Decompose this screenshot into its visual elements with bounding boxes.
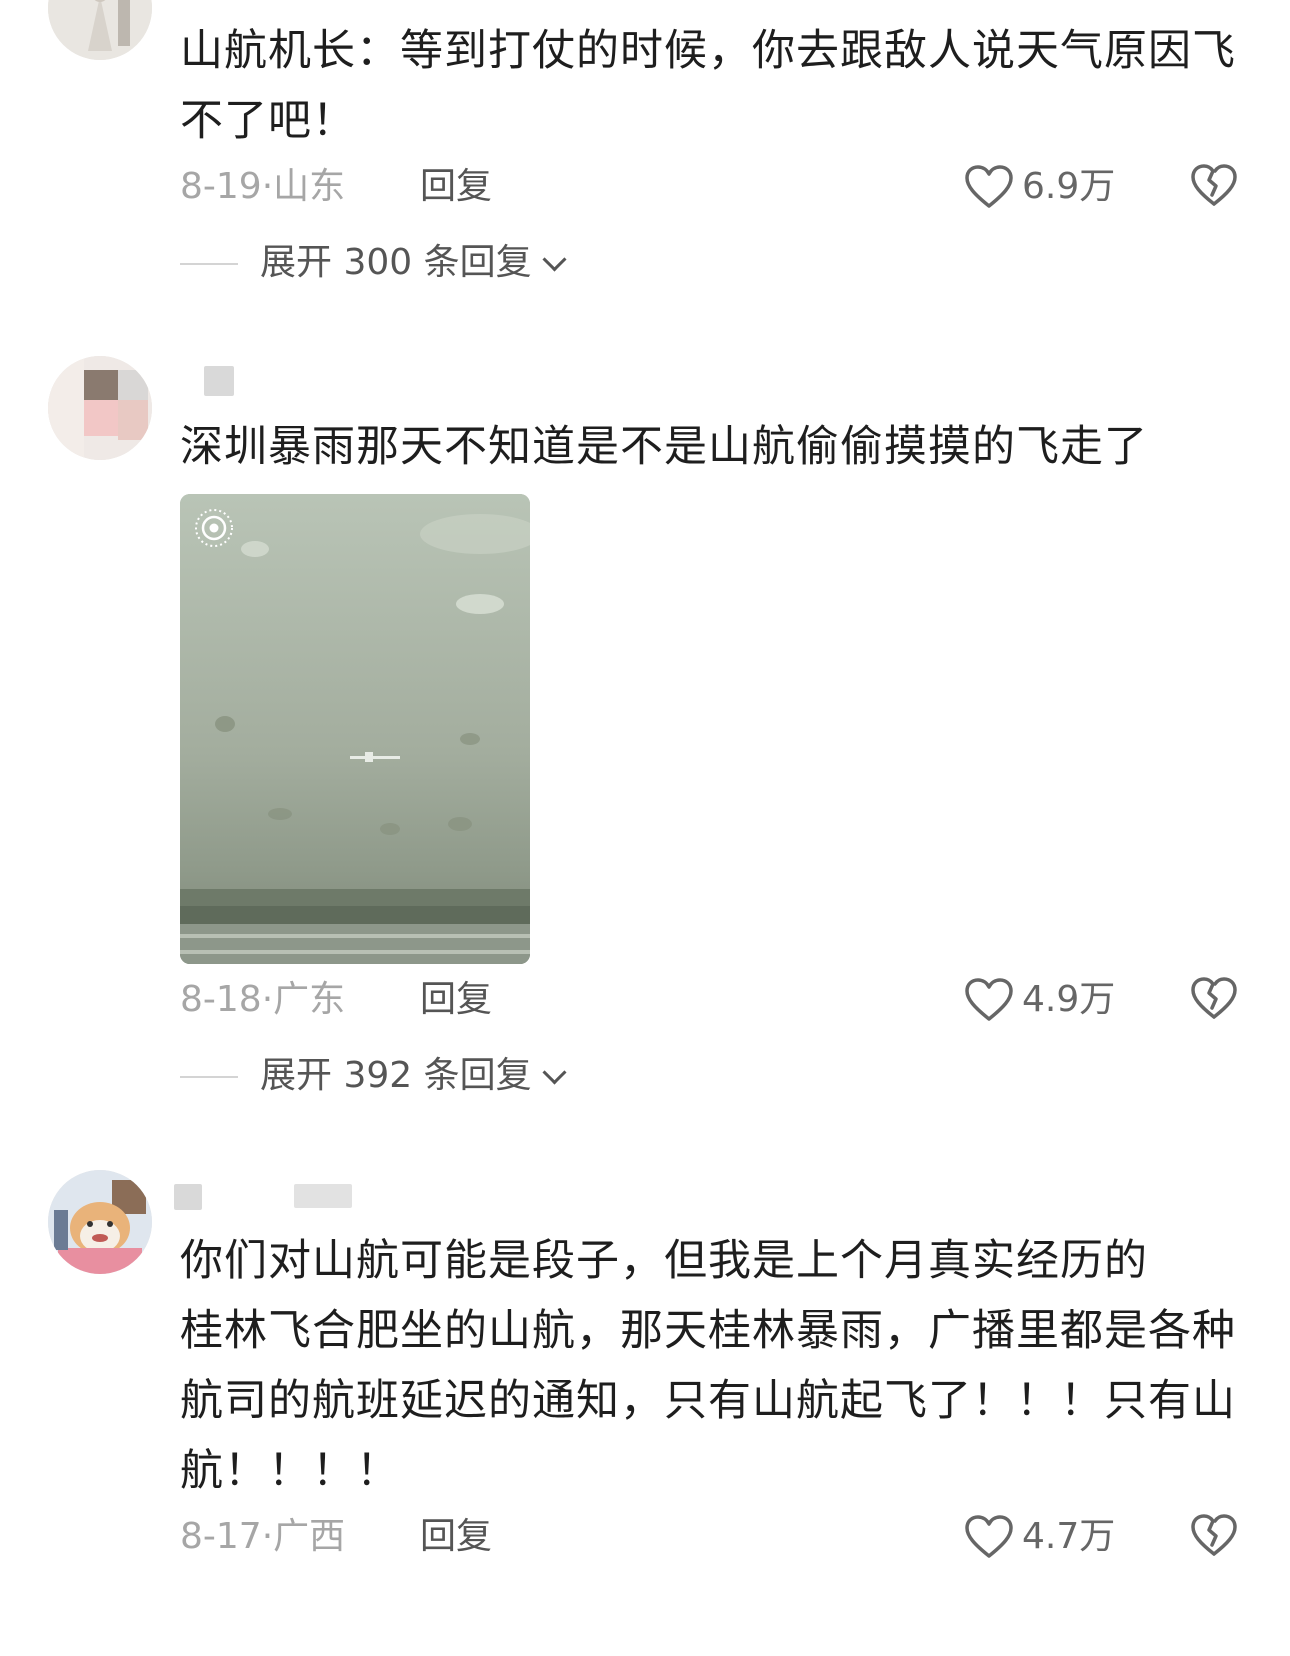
divider <box>180 263 238 265</box>
avatar[interactable] <box>48 356 152 460</box>
dislike-button[interactable] <box>1190 975 1240 1025</box>
username-redacted <box>204 366 234 396</box>
reply-button[interactable]: 回复 <box>420 162 492 212</box>
like-button[interactable]: 6.9万 <box>964 162 1115 212</box>
heart-outline-icon <box>965 978 1013 1021</box>
comment-date-location: 8-18·广东 <box>180 979 346 1020</box>
reply-button[interactable]: 回复 <box>420 1512 492 1562</box>
like-button[interactable]: 4.7万 <box>964 1512 1115 1562</box>
comment-text: 山航机长：等到打仗的时候，你去跟敌人说天气原因飞不了吧！ <box>180 26 1236 146</box>
like-count: 4.7万 <box>1022 1516 1116 1557</box>
dislike-button[interactable] <box>1190 1512 1240 1562</box>
chevron-down-icon <box>542 1060 567 1085</box>
reply-button[interactable]: 回复 <box>420 975 492 1025</box>
expand-replies-label: 展开 300 条回复 <box>260 242 532 283</box>
divider <box>180 1076 238 1078</box>
avatar[interactable] <box>48 1170 152 1274</box>
expand-replies-label: 展开 392 条回复 <box>260 1055 532 1096</box>
chevron-down-icon <box>542 247 567 272</box>
username-redacted <box>294 1184 352 1208</box>
broken-heart-icon <box>1191 164 1237 206</box>
heart-outline-icon <box>965 1515 1013 1558</box>
like-count: 6.9万 <box>1022 166 1116 207</box>
comment-text: 深圳暴雨那天不知道是不是山航偷偷摸摸的飞走了 <box>180 422 1148 472</box>
comment-photo[interactable] <box>180 494 530 964</box>
comment-date-location: 8-17·广西 <box>180 1516 346 1557</box>
dislike-button[interactable] <box>1190 162 1240 212</box>
like-button[interactable]: 4.9万 <box>964 975 1115 1025</box>
comment-date-location: 8-19·山东 <box>180 166 346 207</box>
like-count: 4.9万 <box>1022 979 1116 1020</box>
comment-text: 你们对山航可能是段子，但我是上个月真实经历的 桂林飞合肥坐的山航，那天桂林暴雨，… <box>180 1236 1236 1496</box>
broken-heart-icon <box>1191 1514 1237 1556</box>
avatar[interactable] <box>48 0 152 60</box>
username-redacted <box>174 1184 202 1210</box>
heart-outline-icon <box>965 165 1013 208</box>
broken-heart-icon <box>1191 977 1237 1019</box>
